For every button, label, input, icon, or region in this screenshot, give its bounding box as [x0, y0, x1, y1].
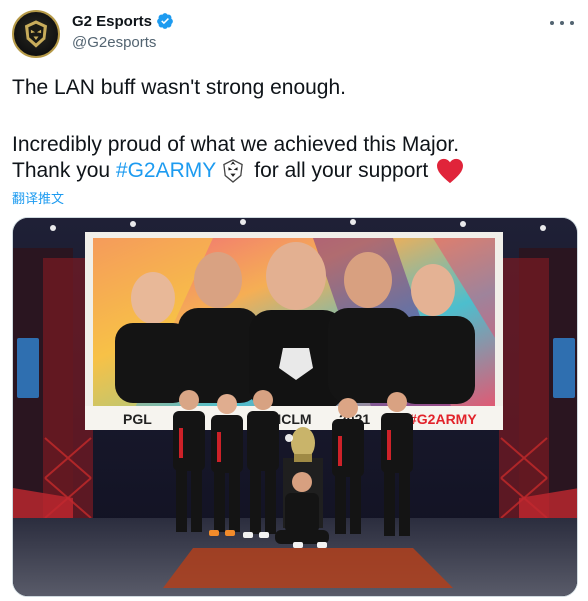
hashtag-link[interactable]: #G2ARMY — [116, 158, 216, 184]
tweet-text-line-2: Incredibly proud of what we achieved thi… — [12, 133, 460, 156]
g2-samurai-logo-icon — [24, 20, 48, 48]
screen-hashtag-text: #G2ARMY — [409, 411, 477, 427]
screen-pgl-text: PGL — [123, 411, 152, 427]
tweet-text-line-1: The LAN buff wasn't strong enough. — [12, 76, 347, 99]
red-heart-icon — [437, 158, 464, 184]
translate-tweet-link[interactable]: 翻译推文 — [12, 188, 64, 207]
tweet-card: G2 Esports @G2esports The LAN buff wasn'… — [0, 0, 588, 601]
author-handle[interactable]: @G2esports — [72, 34, 156, 51]
author-display-name[interactable]: G2 Esports — [72, 13, 152, 30]
team-stage-photo: PGL KHCLM 2021 #G2ARMY — [13, 218, 577, 596]
g2-hashflag-icon — [223, 159, 244, 183]
tweet-text-prefix: Thank you — [12, 159, 116, 182]
tweet-text-suffix: for all your support — [254, 159, 429, 182]
author-name-row: G2 Esports — [72, 12, 174, 30]
more-options-icon[interactable] — [550, 14, 574, 32]
verified-badge-icon — [157, 13, 173, 29]
author-avatar[interactable] — [12, 10, 60, 58]
tweet-text-line-3: Thank you #G2ARMY for all your support — [12, 158, 464, 184]
tweet-photo[interactable]: PGL KHCLM 2021 #G2ARMY — [12, 217, 578, 597]
